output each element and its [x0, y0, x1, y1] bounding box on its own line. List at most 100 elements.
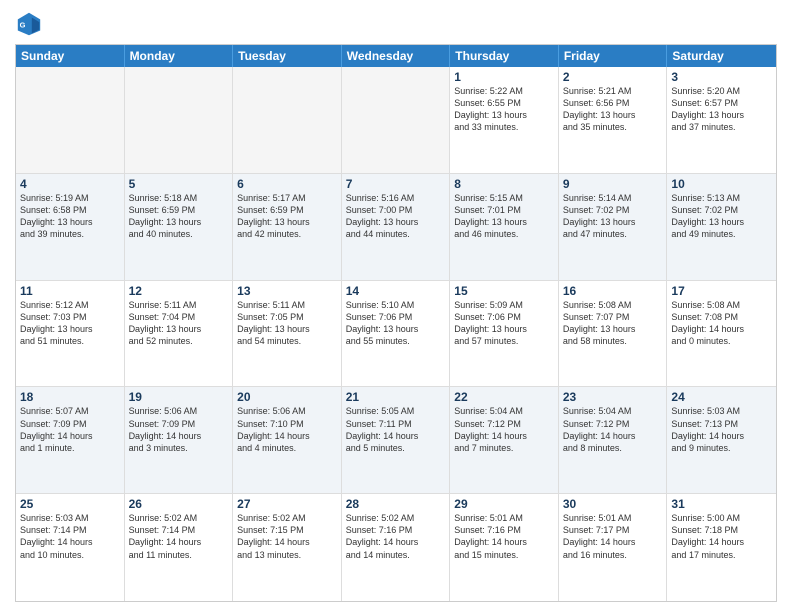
header-cell-sunday: Sunday	[16, 45, 125, 67]
empty-cell	[233, 67, 342, 173]
header-cell-thursday: Thursday	[450, 45, 559, 67]
day-info: Sunrise: 5:01 AM Sunset: 7:17 PM Dayligh…	[563, 512, 663, 561]
day-number: 3	[671, 70, 772, 84]
day-cell-9: 9Sunrise: 5:14 AM Sunset: 7:02 PM Daylig…	[559, 174, 668, 280]
day-number: 29	[454, 497, 554, 511]
day-number: 17	[671, 284, 772, 298]
header-cell-tuesday: Tuesday	[233, 45, 342, 67]
day-info: Sunrise: 5:22 AM Sunset: 6:55 PM Dayligh…	[454, 85, 554, 134]
day-number: 10	[671, 177, 772, 191]
day-cell-7: 7Sunrise: 5:16 AM Sunset: 7:00 PM Daylig…	[342, 174, 451, 280]
page: G SundayMondayTuesdayWednesdayThursdayFr…	[0, 0, 792, 612]
day-number: 19	[129, 390, 229, 404]
day-number: 23	[563, 390, 663, 404]
calendar: SundayMondayTuesdayWednesdayThursdayFrid…	[15, 44, 777, 602]
header: G	[15, 10, 777, 38]
day-info: Sunrise: 5:08 AM Sunset: 7:08 PM Dayligh…	[671, 299, 772, 348]
header-cell-saturday: Saturday	[667, 45, 776, 67]
day-number: 27	[237, 497, 337, 511]
day-number: 9	[563, 177, 663, 191]
empty-cell	[125, 67, 234, 173]
day-cell-15: 15Sunrise: 5:09 AM Sunset: 7:06 PM Dayli…	[450, 281, 559, 387]
day-cell-14: 14Sunrise: 5:10 AM Sunset: 7:06 PM Dayli…	[342, 281, 451, 387]
day-info: Sunrise: 5:10 AM Sunset: 7:06 PM Dayligh…	[346, 299, 446, 348]
day-info: Sunrise: 5:16 AM Sunset: 7:00 PM Dayligh…	[346, 192, 446, 241]
day-number: 12	[129, 284, 229, 298]
day-cell-21: 21Sunrise: 5:05 AM Sunset: 7:11 PM Dayli…	[342, 387, 451, 493]
day-cell-18: 18Sunrise: 5:07 AM Sunset: 7:09 PM Dayli…	[16, 387, 125, 493]
day-info: Sunrise: 5:17 AM Sunset: 6:59 PM Dayligh…	[237, 192, 337, 241]
calendar-row-3: 11Sunrise: 5:12 AM Sunset: 7:03 PM Dayli…	[16, 281, 776, 388]
header-cell-monday: Monday	[125, 45, 234, 67]
day-info: Sunrise: 5:21 AM Sunset: 6:56 PM Dayligh…	[563, 85, 663, 134]
day-info: Sunrise: 5:11 AM Sunset: 7:05 PM Dayligh…	[237, 299, 337, 348]
day-number: 31	[671, 497, 772, 511]
day-number: 25	[20, 497, 120, 511]
day-number: 16	[563, 284, 663, 298]
day-info: Sunrise: 5:02 AM Sunset: 7:15 PM Dayligh…	[237, 512, 337, 561]
day-number: 8	[454, 177, 554, 191]
day-cell-2: 2Sunrise: 5:21 AM Sunset: 6:56 PM Daylig…	[559, 67, 668, 173]
day-info: Sunrise: 5:19 AM Sunset: 6:58 PM Dayligh…	[20, 192, 120, 241]
calendar-row-4: 18Sunrise: 5:07 AM Sunset: 7:09 PM Dayli…	[16, 387, 776, 494]
day-cell-23: 23Sunrise: 5:04 AM Sunset: 7:12 PM Dayli…	[559, 387, 668, 493]
day-cell-29: 29Sunrise: 5:01 AM Sunset: 7:16 PM Dayli…	[450, 494, 559, 601]
day-info: Sunrise: 5:11 AM Sunset: 7:04 PM Dayligh…	[129, 299, 229, 348]
day-cell-26: 26Sunrise: 5:02 AM Sunset: 7:14 PM Dayli…	[125, 494, 234, 601]
day-info: Sunrise: 5:15 AM Sunset: 7:01 PM Dayligh…	[454, 192, 554, 241]
header-cell-friday: Friday	[559, 45, 668, 67]
day-info: Sunrise: 5:13 AM Sunset: 7:02 PM Dayligh…	[671, 192, 772, 241]
day-number: 20	[237, 390, 337, 404]
day-number: 28	[346, 497, 446, 511]
day-info: Sunrise: 5:05 AM Sunset: 7:11 PM Dayligh…	[346, 405, 446, 454]
day-info: Sunrise: 5:12 AM Sunset: 7:03 PM Dayligh…	[20, 299, 120, 348]
empty-cell	[16, 67, 125, 173]
day-cell-13: 13Sunrise: 5:11 AM Sunset: 7:05 PM Dayli…	[233, 281, 342, 387]
day-number: 15	[454, 284, 554, 298]
day-cell-8: 8Sunrise: 5:15 AM Sunset: 7:01 PM Daylig…	[450, 174, 559, 280]
day-cell-10: 10Sunrise: 5:13 AM Sunset: 7:02 PM Dayli…	[667, 174, 776, 280]
day-cell-16: 16Sunrise: 5:08 AM Sunset: 7:07 PM Dayli…	[559, 281, 668, 387]
day-info: Sunrise: 5:03 AM Sunset: 7:14 PM Dayligh…	[20, 512, 120, 561]
day-number: 21	[346, 390, 446, 404]
day-number: 5	[129, 177, 229, 191]
day-cell-11: 11Sunrise: 5:12 AM Sunset: 7:03 PM Dayli…	[16, 281, 125, 387]
day-info: Sunrise: 5:04 AM Sunset: 7:12 PM Dayligh…	[454, 405, 554, 454]
day-number: 30	[563, 497, 663, 511]
day-info: Sunrise: 5:14 AM Sunset: 7:02 PM Dayligh…	[563, 192, 663, 241]
logo-icon: G	[15, 10, 43, 38]
day-info: Sunrise: 5:00 AM Sunset: 7:18 PM Dayligh…	[671, 512, 772, 561]
day-info: Sunrise: 5:08 AM Sunset: 7:07 PM Dayligh…	[563, 299, 663, 348]
logo: G	[15, 10, 47, 38]
day-cell-12: 12Sunrise: 5:11 AM Sunset: 7:04 PM Dayli…	[125, 281, 234, 387]
day-number: 6	[237, 177, 337, 191]
day-number: 1	[454, 70, 554, 84]
day-number: 18	[20, 390, 120, 404]
day-cell-3: 3Sunrise: 5:20 AM Sunset: 6:57 PM Daylig…	[667, 67, 776, 173]
header-cell-wednesday: Wednesday	[342, 45, 451, 67]
day-info: Sunrise: 5:06 AM Sunset: 7:10 PM Dayligh…	[237, 405, 337, 454]
day-number: 24	[671, 390, 772, 404]
day-info: Sunrise: 5:01 AM Sunset: 7:16 PM Dayligh…	[454, 512, 554, 561]
day-info: Sunrise: 5:07 AM Sunset: 7:09 PM Dayligh…	[20, 405, 120, 454]
calendar-row-5: 25Sunrise: 5:03 AM Sunset: 7:14 PM Dayli…	[16, 494, 776, 601]
day-info: Sunrise: 5:06 AM Sunset: 7:09 PM Dayligh…	[129, 405, 229, 454]
day-cell-30: 30Sunrise: 5:01 AM Sunset: 7:17 PM Dayli…	[559, 494, 668, 601]
day-info: Sunrise: 5:04 AM Sunset: 7:12 PM Dayligh…	[563, 405, 663, 454]
day-number: 13	[237, 284, 337, 298]
day-info: Sunrise: 5:20 AM Sunset: 6:57 PM Dayligh…	[671, 85, 772, 134]
day-cell-31: 31Sunrise: 5:00 AM Sunset: 7:18 PM Dayli…	[667, 494, 776, 601]
day-cell-27: 27Sunrise: 5:02 AM Sunset: 7:15 PM Dayli…	[233, 494, 342, 601]
day-cell-20: 20Sunrise: 5:06 AM Sunset: 7:10 PM Dayli…	[233, 387, 342, 493]
day-number: 11	[20, 284, 120, 298]
day-cell-25: 25Sunrise: 5:03 AM Sunset: 7:14 PM Dayli…	[16, 494, 125, 601]
day-number: 4	[20, 177, 120, 191]
day-info: Sunrise: 5:02 AM Sunset: 7:14 PM Dayligh…	[129, 512, 229, 561]
day-cell-28: 28Sunrise: 5:02 AM Sunset: 7:16 PM Dayli…	[342, 494, 451, 601]
svg-text:G: G	[20, 21, 26, 30]
day-number: 22	[454, 390, 554, 404]
day-info: Sunrise: 5:02 AM Sunset: 7:16 PM Dayligh…	[346, 512, 446, 561]
day-cell-6: 6Sunrise: 5:17 AM Sunset: 6:59 PM Daylig…	[233, 174, 342, 280]
day-cell-17: 17Sunrise: 5:08 AM Sunset: 7:08 PM Dayli…	[667, 281, 776, 387]
day-cell-5: 5Sunrise: 5:18 AM Sunset: 6:59 PM Daylig…	[125, 174, 234, 280]
